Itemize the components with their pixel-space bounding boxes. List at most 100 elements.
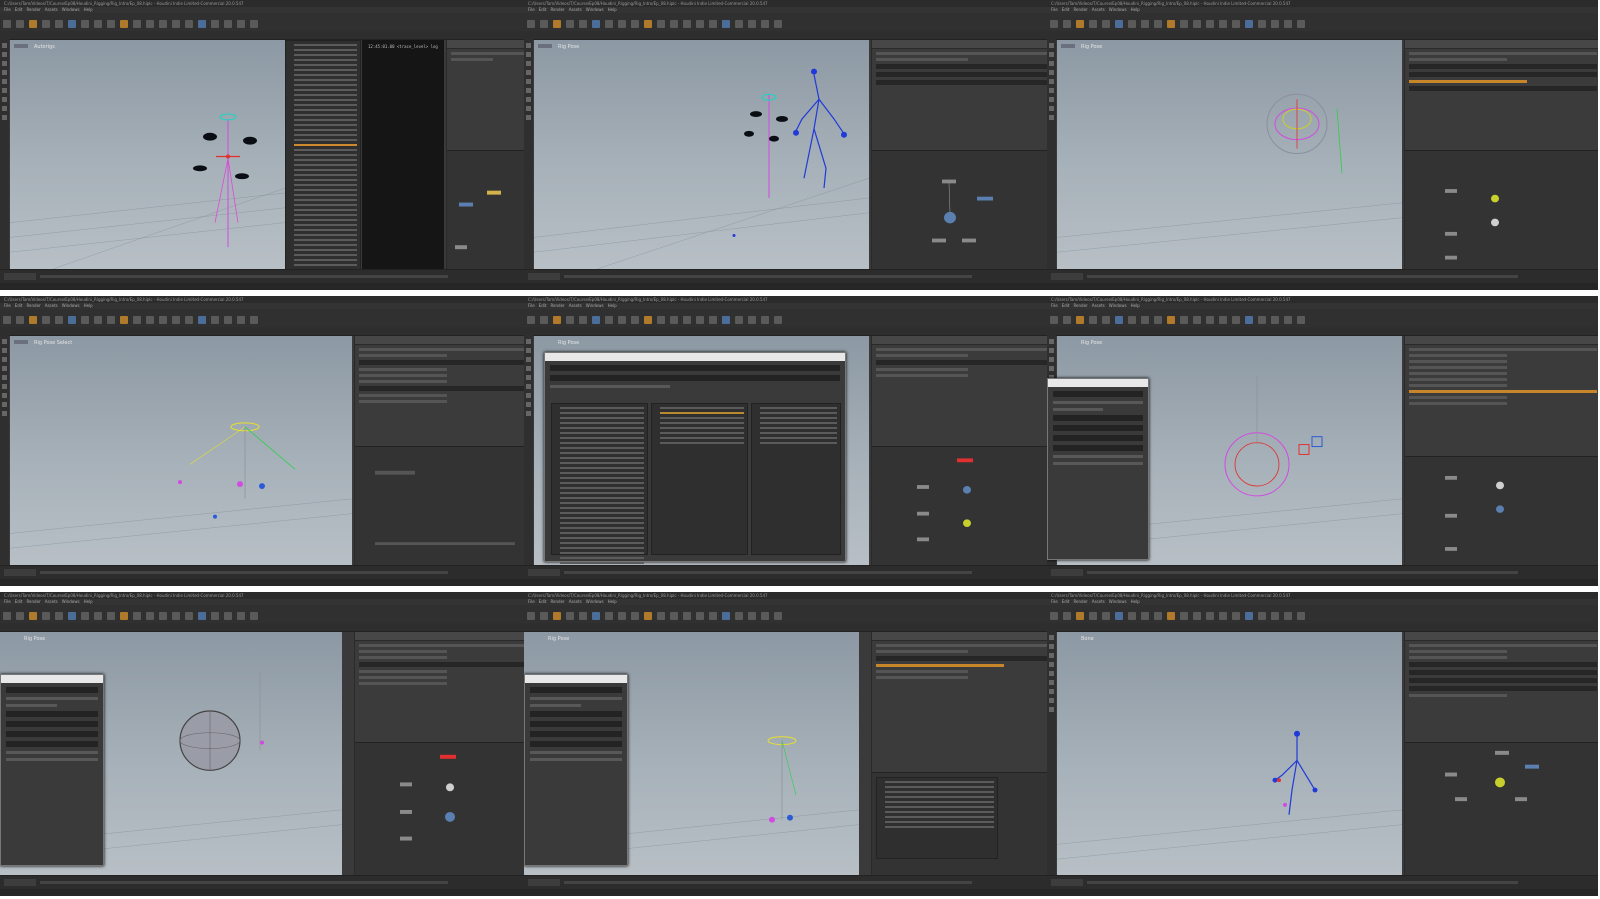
shelf-toolbar[interactable] <box>0 605 528 623</box>
menu-windows[interactable]: Windows <box>586 599 604 604</box>
menu-assets[interactable]: Assets <box>569 303 582 308</box>
shelf-toolbar[interactable] <box>1047 605 1598 623</box>
network-editor[interactable] <box>1405 456 1598 566</box>
shelf-toolbar[interactable] <box>524 605 1052 623</box>
edit-parameter-interface-dialog[interactable] <box>0 674 104 866</box>
scene-viewport[interactable]: Rig Pose Select <box>10 336 352 566</box>
pane-tabs[interactable] <box>524 327 1052 336</box>
menu-file[interactable]: File <box>528 7 535 12</box>
menu-assets[interactable]: Assets <box>45 7 58 12</box>
menu-windows[interactable]: Windows <box>586 7 604 12</box>
playbar[interactable] <box>524 565 1052 579</box>
menu-edit[interactable]: Edit <box>539 7 547 12</box>
tool-palette[interactable] <box>1047 631 1056 876</box>
network-editor[interactable] <box>872 446 1052 566</box>
network-editor[interactable] <box>447 150 528 270</box>
menu-file[interactable]: File <box>528 599 535 604</box>
menu-assets[interactable]: Assets <box>569 599 582 604</box>
scene-viewport[interactable]: Bone <box>1057 632 1402 876</box>
menu-help[interactable]: Help <box>1131 303 1140 308</box>
menu-file[interactable]: File <box>1051 7 1058 12</box>
parameter-types-tree[interactable] <box>551 403 648 579</box>
parameter-description-pane[interactable] <box>751 403 841 555</box>
parameter-pane[interactable] <box>354 336 528 566</box>
edit-parameter-interface-dialog[interactable] <box>544 352 846 579</box>
menu-windows[interactable]: Windows <box>586 303 604 308</box>
pane-tabs[interactable] <box>524 31 1052 40</box>
playbar[interactable] <box>1047 565 1598 579</box>
menu-render[interactable]: Render <box>550 7 564 12</box>
playbar[interactable] <box>1047 875 1598 889</box>
network-editor[interactable] <box>355 742 528 876</box>
menu-file[interactable]: File <box>4 7 11 12</box>
scene-viewport[interactable]: Rig Pose <box>1057 40 1402 270</box>
parameter-pane[interactable] <box>446 40 528 270</box>
menu-assets[interactable]: Assets <box>45 303 58 308</box>
menu-windows[interactable]: Windows <box>62 599 80 604</box>
menu-file[interactable]: File <box>4 303 11 308</box>
menu-assets[interactable]: Assets <box>1092 599 1105 604</box>
menu-render[interactable]: Render <box>550 303 564 308</box>
menu-help[interactable]: Help <box>1131 599 1140 604</box>
menu-windows[interactable]: Windows <box>62 7 80 12</box>
parameter-pane[interactable] <box>1404 40 1598 270</box>
playbar[interactable] <box>0 565 528 579</box>
playbar[interactable] <box>524 875 1052 889</box>
menu-edit[interactable]: Edit <box>1062 599 1070 604</box>
menu-file[interactable]: File <box>1051 303 1058 308</box>
scene-viewport[interactable]: Autorigs <box>10 40 285 270</box>
network-editor[interactable] <box>872 150 1052 270</box>
menu-render[interactable]: Render <box>26 303 40 308</box>
pane-tabs[interactable] <box>0 31 528 40</box>
tool-palette[interactable] <box>524 335 533 566</box>
menu-edit[interactable]: Edit <box>539 303 547 308</box>
network-editor[interactable] <box>1405 742 1598 876</box>
network-editor[interactable] <box>355 446 528 566</box>
dialog-titlebar[interactable] <box>525 675 627 683</box>
node-tree-list[interactable] <box>876 777 998 859</box>
pane-tabs[interactable] <box>524 623 1052 632</box>
menu-assets[interactable]: Assets <box>45 599 58 604</box>
menu-edit[interactable]: Edit <box>1062 303 1070 308</box>
network-editor[interactable] <box>1405 150 1598 270</box>
edit-parameter-interface-dialog[interactable] <box>524 674 628 866</box>
parameter-pane[interactable] <box>1404 632 1598 876</box>
playbar[interactable] <box>0 269 528 283</box>
pane-tabs[interactable] <box>1047 327 1598 336</box>
playbar[interactable] <box>524 269 1052 283</box>
parameter-pane[interactable] <box>1404 336 1598 566</box>
parameter-pane[interactable] <box>871 40 1052 270</box>
menu-windows[interactable]: Windows <box>62 303 80 308</box>
dialog-titlebar[interactable] <box>545 353 845 361</box>
menu-help[interactable]: Help <box>1131 7 1140 12</box>
shelf-toolbar[interactable] <box>1047 13 1598 31</box>
shelf-toolbar[interactable] <box>0 309 528 327</box>
menu-render[interactable]: Render <box>26 7 40 12</box>
pane-tabs[interactable] <box>1047 623 1598 632</box>
menu-help[interactable]: Help <box>84 303 93 308</box>
tool-palette[interactable] <box>1047 39 1056 270</box>
parameter-pane[interactable] <box>354 632 528 876</box>
python-console[interactable]: 12:45:01.00 <trace_level> log <box>362 40 444 270</box>
edit-parameter-interface-dialog[interactable] <box>1047 378 1149 560</box>
menu-edit[interactable]: Edit <box>15 599 23 604</box>
menu-edit[interactable]: Edit <box>15 303 23 308</box>
menu-file[interactable]: File <box>528 303 535 308</box>
menu-help[interactable]: Help <box>608 7 617 12</box>
pane-tabs[interactable] <box>0 623 528 632</box>
playbar[interactable] <box>0 875 528 889</box>
scene-viewport[interactable]: Rig Pose <box>534 40 869 270</box>
menu-assets[interactable]: Assets <box>569 7 582 12</box>
menu-file[interactable]: File <box>1051 599 1058 604</box>
node-tree-list[interactable] <box>285 40 361 290</box>
dialog-titlebar[interactable] <box>1 675 103 683</box>
pane-tabs[interactable] <box>1047 31 1598 40</box>
tool-palette[interactable] <box>0 335 9 566</box>
parameter-pane[interactable] <box>871 632 1052 876</box>
shelf-toolbar[interactable] <box>524 309 1052 327</box>
menu-render[interactable]: Render <box>26 599 40 604</box>
menu-windows[interactable]: Windows <box>1109 599 1127 604</box>
menu-edit[interactable]: Edit <box>539 599 547 604</box>
network-editor[interactable] <box>872 772 1052 876</box>
menu-edit[interactable]: Edit <box>1062 7 1070 12</box>
